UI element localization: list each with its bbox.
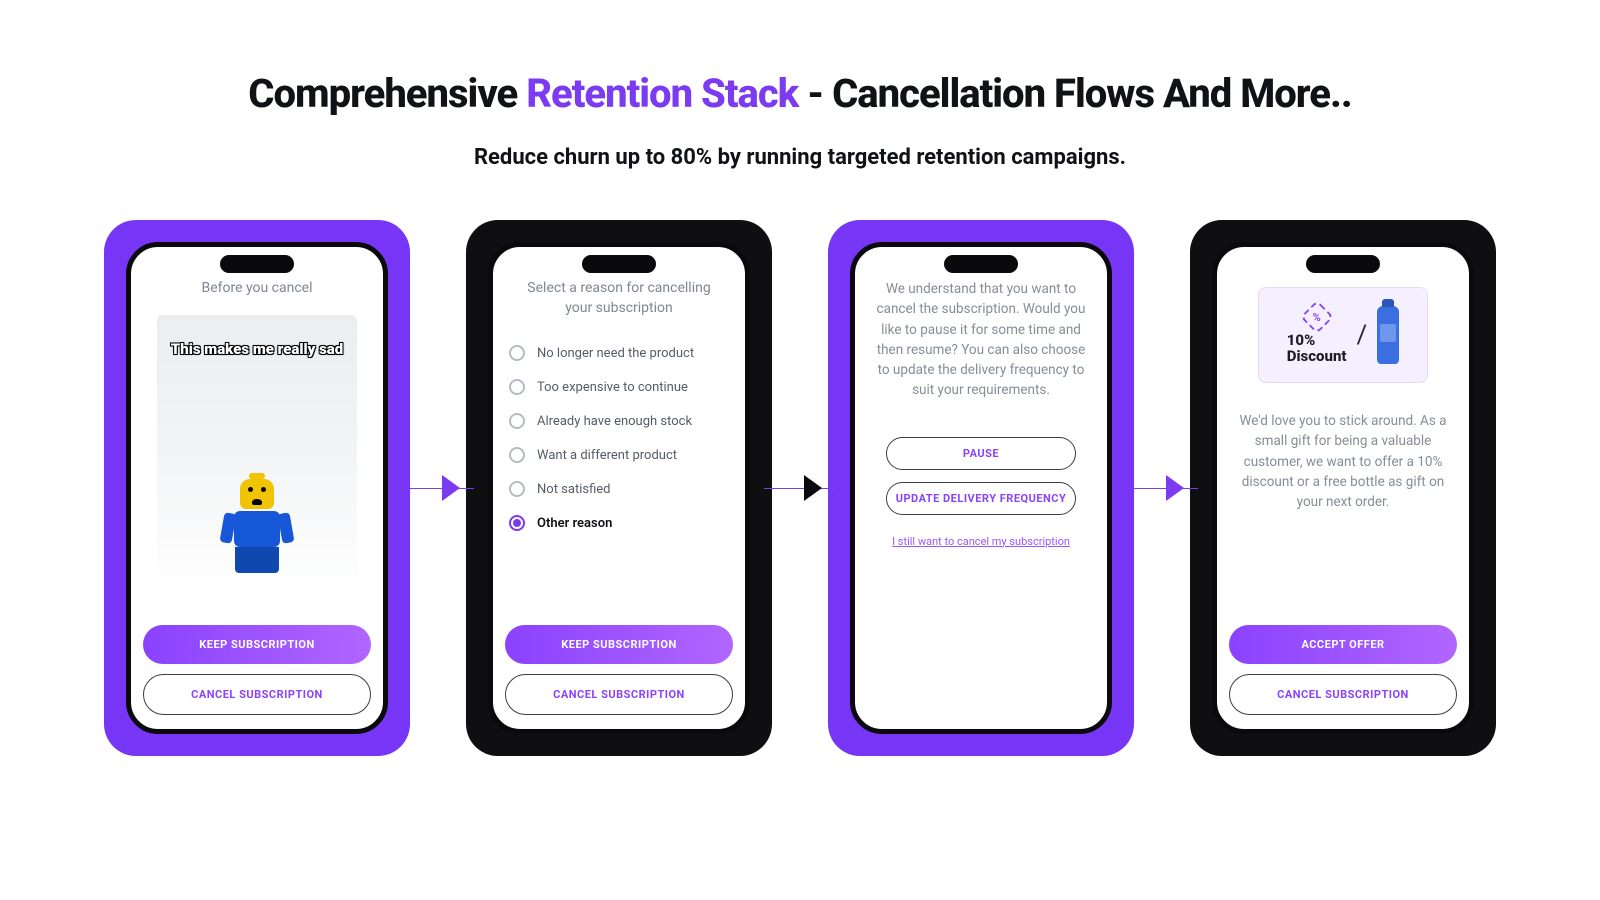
bottle-icon [1377,306,1399,364]
phone-2-title: Select a reason for cancelling your subs… [505,279,733,318]
page-headline: Comprehensive Retention Stack - Cancella… [60,70,1540,117]
cancel-reason-option-selected[interactable]: Other reason [509,506,729,540]
arrow-right-icon [442,475,460,501]
flow-arrow-2 [764,476,836,500]
flow-card-4: % 10% Discount / We'd love you to stick … [1190,220,1496,756]
cancel-reason-option[interactable]: Already have enough stock [509,404,729,438]
pause-button[interactable]: PAUSE [886,437,1076,470]
radio-icon [509,447,525,463]
meme-caption: This makes me really sad [157,341,357,358]
flow-card-2: Select a reason for cancelling your subs… [466,220,772,756]
arrow-right-icon [1166,475,1184,501]
cancel-reason-label: Want a different product [537,448,677,463]
phone-mock-3: We understand that you want to cancel th… [850,242,1112,734]
cancel-reason-label: No longer need the product [537,346,694,361]
headline-post: - Cancellation Flows And More.. [798,70,1351,117]
headline-pre: Comprehensive [248,70,526,117]
phone-mock-1: Before you cancel This makes me really s… [126,242,388,734]
flow-card-1: Before you cancel This makes me really s… [104,220,410,756]
separator-slash: / [1357,320,1368,350]
cancel-reason-option[interactable]: No longer need the product [509,336,729,370]
page-subhead: Reduce churn up to 80% by running target… [60,145,1540,170]
cancel-subscription-button[interactable]: CANCEL SUBSCRIPTION [505,674,733,715]
lego-minifig-icon [234,473,280,573]
cancel-reason-label: Too expensive to continue [537,380,688,395]
cancel-reason-label: Other reason [537,516,612,531]
headline-accent: Retention Stack [526,70,798,117]
cancel-reason-option[interactable]: Not satisfied [509,472,729,506]
accept-offer-button[interactable]: ACCEPT OFFER [1229,625,1457,664]
radio-icon [509,515,525,531]
cancel-subscription-button[interactable]: CANCEL SUBSCRIPTION [143,674,371,715]
flow-row: Before you cancel This makes me really s… [60,220,1540,756]
radio-icon [509,413,525,429]
flow-arrow-1 [402,476,474,500]
flow-card-3: We understand that you want to cancel th… [828,220,1134,756]
cancel-reason-option[interactable]: Want a different product [509,438,729,472]
phone-mock-4: % 10% Discount / We'd love you to stick … [1212,242,1474,734]
flow-arrow-3 [1126,476,1198,500]
keep-subscription-button[interactable]: KEEP SUBSCRIPTION [505,625,733,664]
cancel-reason-label: Already have enough stock [537,414,692,429]
sad-meme-image: This makes me really sad [157,315,357,593]
arrow-right-icon [804,475,822,501]
still-cancel-link[interactable]: I still want to cancel my subscription [867,535,1095,548]
phone-mock-2: Select a reason for cancelling your subs… [488,242,750,734]
cancel-subscription-button[interactable]: CANCEL SUBSCRIPTION [1229,674,1457,715]
discount-word: Discount [1287,347,1347,365]
cancel-reason-list: No longer need the product Too expensive… [505,336,733,540]
radio-icon [509,345,525,361]
discount-offer-card: % 10% Discount / [1258,287,1428,383]
update-frequency-button[interactable]: UPDATE DELIVERY FREQUENCY [886,482,1076,515]
offer-body-text: We'd love you to stick around. As a smal… [1229,411,1457,512]
cancel-reason-option[interactable]: Too expensive to continue [509,370,729,404]
pause-body-text: We understand that you want to cancel th… [867,279,1095,401]
phone-1-title: Before you cancel [143,279,371,299]
radio-icon [509,481,525,497]
cancel-reason-label: Not satisfied [537,482,611,497]
keep-subscription-button[interactable]: KEEP SUBSCRIPTION [143,625,371,664]
percent-badge-icon: % [1300,300,1334,334]
radio-icon [509,379,525,395]
